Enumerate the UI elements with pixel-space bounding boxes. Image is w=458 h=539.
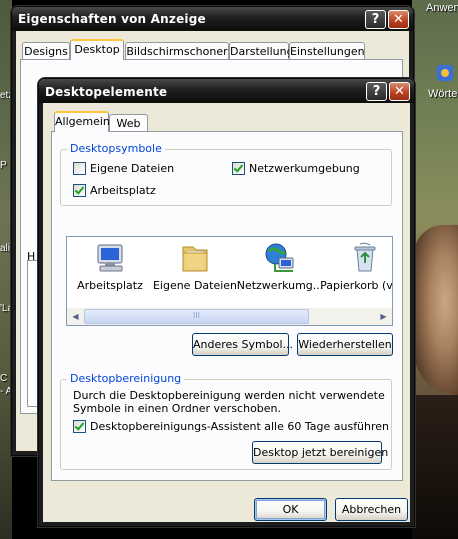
window-border-left	[39, 103, 43, 526]
change-icon-button[interactable]: Anderes Symbol...	[192, 333, 293, 356]
wallpaper-chimp	[414, 225, 458, 395]
cleanup-description-line1: Durch die Desktopbereinigung werden nich…	[73, 389, 385, 402]
desktop-icon-woerter[interactable]	[434, 62, 456, 87]
titlebar[interactable]: Desktopelemente ? ✕	[39, 79, 414, 103]
cancel-button[interactable]: Abbrechen	[335, 498, 408, 521]
scroll-left-button[interactable]: ◀	[68, 309, 83, 324]
window-title: Eigenschaften von Anzeige	[18, 12, 206, 26]
list-item[interactable]: Papierkorb (voll)	[320, 237, 392, 292]
checkbox-label: Arbeitsplatz	[90, 184, 156, 197]
checkbox[interactable]	[73, 184, 86, 197]
left-fragment: C	[0, 373, 8, 384]
desktop-icon-label: Wörte	[428, 88, 458, 100]
scroll-right-button[interactable]: ▶	[376, 309, 391, 324]
desktop-items-dialog: Desktopelemente ? ✕ Allgemein Web Deskto…	[38, 78, 415, 527]
desktop-icon-label-2-wrap: Wörte	[428, 88, 457, 100]
network-places-icon	[265, 243, 294, 272]
checkbox-my-documents[interactable]: Eigene Dateien	[73, 162, 174, 175]
checkbox-my-computer[interactable]: Arbeitsplatz	[73, 184, 156, 197]
group-title: Desktopsymbole	[67, 142, 165, 155]
tab-web[interactable]: Web	[109, 114, 148, 132]
folder-icon	[182, 246, 208, 272]
window-border-right	[410, 103, 414, 526]
cleanup-description-line2: Symbole in einen Ordner verschoben.	[73, 402, 282, 415]
clean-desktop-now-button[interactable]: Desktop jetzt bereinigen	[252, 441, 388, 464]
wallpaper-shadow	[412, 395, 458, 539]
checkbox-network-places[interactable]: Netzwerkumgebung	[232, 162, 360, 175]
tab-screensaver[interactable]: Bildschirmschoner	[125, 42, 229, 60]
tab-appearance[interactable]: Darstellung	[229, 42, 294, 60]
help-button[interactable]: ?	[366, 82, 387, 101]
tab-designs[interactable]: Designs	[22, 42, 70, 60]
window-border-bottom	[39, 522, 414, 526]
checkbox-label: Eigene Dateien	[90, 162, 175, 175]
tab-desktop[interactable]: Desktop	[70, 39, 124, 60]
help-button[interactable]: ?	[365, 10, 386, 29]
checkbox-cleanup-wizard[interactable]: Desktopbereinigungs-Assistent alle 60 Ta…	[73, 420, 389, 433]
tab-settings[interactable]: Einstellungen	[289, 42, 365, 60]
list-item[interactable]: Eigene Dateien	[152, 237, 238, 292]
checkbox[interactable]	[73, 420, 86, 433]
left-fragment: P	[0, 160, 7, 171]
my-computer-icon	[97, 244, 123, 272]
checkbox[interactable]	[232, 162, 245, 175]
desktop-icon-list[interactable]: Arbeitsplatz Eigene Dateien Netzwerkumg.…	[66, 236, 393, 326]
dialog-title: Desktopelemente	[45, 85, 168, 99]
list-item-label: Netzwerkumg...	[236, 279, 324, 292]
restore-default-button[interactable]: Wiederherstellen	[297, 333, 393, 356]
checkbox-label: Desktopbereinigungs-Assistent alle 60 Ta…	[90, 420, 390, 433]
scroll-thumb[interactable]: III	[84, 309, 309, 324]
tab-general[interactable]: Allgemein	[54, 111, 110, 132]
titlebar[interactable]: Eigenschaften von Anzeige ? ✕	[12, 7, 413, 31]
application-icon	[437, 65, 453, 81]
desktop-icons-group: Desktopsymbole Eigene Dateien Netzwerkum…	[60, 142, 392, 206]
list-item-label: Papierkorb (voll)	[320, 279, 393, 292]
desktop-icon-label: Anwendu	[426, 2, 458, 14]
checkbox-label: Netzwerkumgebung	[249, 162, 360, 175]
desktop-icon-anwendung[interactable]: Anwendu	[426, 2, 458, 14]
recycle-bin-full-icon	[354, 242, 376, 272]
close-button[interactable]: ✕	[388, 10, 409, 29]
window-border-left	[12, 31, 16, 455]
list-item-label: Eigene Dateien	[152, 279, 238, 292]
checkbox[interactable]	[73, 162, 86, 175]
horizontal-scrollbar[interactable]: ◀ III ▶	[67, 308, 392, 325]
close-button[interactable]: ✕	[389, 82, 410, 101]
tab-panel: Desktopsymbole Eigene Dateien Netzwerkum…	[51, 131, 403, 481]
desktop-cleanup-group: Desktopbereinigung Durch die Desktopbere…	[60, 372, 392, 470]
list-item[interactable]: Arbeitsplatz	[67, 237, 153, 292]
ok-button[interactable]: OK	[254, 498, 327, 521]
list-item[interactable]: Netzwerkumg...	[237, 237, 323, 292]
group-title: Desktopbereinigung	[67, 372, 185, 385]
